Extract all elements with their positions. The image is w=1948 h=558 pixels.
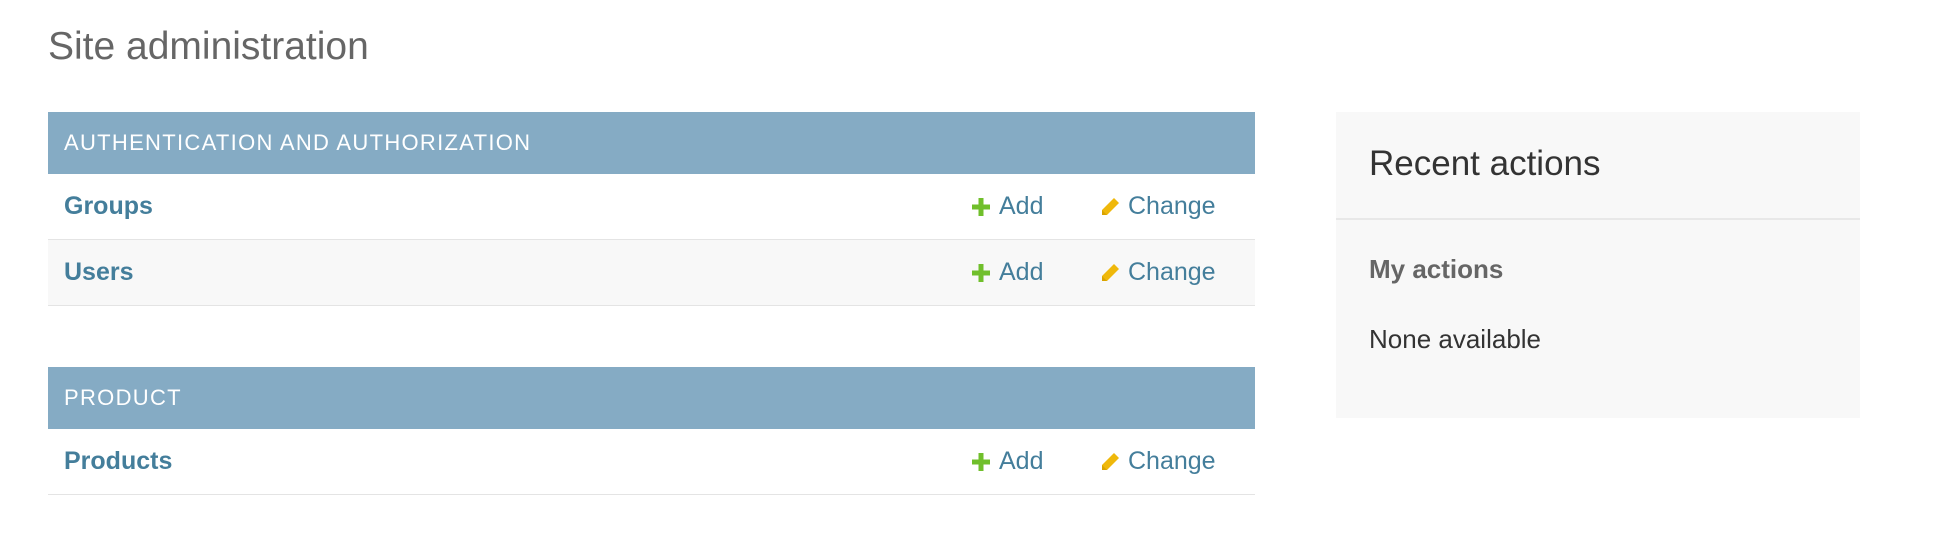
module-caption[interactable]: PRODUCT: [48, 367, 1255, 429]
model-link-groups[interactable]: Groups: [64, 192, 153, 221]
my-actions-heading: My actions: [1369, 254, 1504, 284]
plus-icon: [969, 450, 993, 474]
app-module-auth: AUTHENTICATION AND AUTHORIZATION Groups …: [48, 112, 1255, 306]
model-link-users[interactable]: Users: [64, 258, 134, 287]
model-row-products: Products Add Change: [48, 429, 1255, 495]
app-module-product: PRODUCT Products Add Change: [48, 367, 1255, 495]
change-users-link[interactable]: Change: [1098, 258, 1216, 287]
add-label[interactable]: Add: [999, 258, 1043, 287]
pencil-icon: [1098, 195, 1122, 219]
change-label[interactable]: Change: [1128, 192, 1216, 221]
change-products-link[interactable]: Change: [1098, 447, 1216, 476]
empty-actions-text: None available: [1369, 324, 1542, 354]
add-label[interactable]: Add: [999, 192, 1043, 221]
add-users-link[interactable]: Add: [969, 258, 1043, 287]
model-row-groups: Groups Add Change: [48, 174, 1255, 240]
pencil-icon: [1098, 450, 1122, 474]
recent-actions-panel: Recent actions My actions None available: [1336, 112, 1860, 418]
model-row-users: Users Add Change: [48, 240, 1255, 306]
pencil-icon: [1098, 261, 1122, 285]
plus-icon: [969, 195, 993, 219]
change-groups-link[interactable]: Change: [1098, 192, 1216, 221]
change-label[interactable]: Change: [1128, 447, 1216, 476]
module-caption-label[interactable]: AUTHENTICATION AND AUTHORIZATION: [64, 130, 531, 156]
change-label[interactable]: Change: [1128, 258, 1216, 287]
page-title: Site administration: [48, 25, 369, 68]
add-products-link[interactable]: Add: [969, 447, 1043, 476]
add-groups-link[interactable]: Add: [969, 192, 1043, 221]
add-label[interactable]: Add: [999, 447, 1043, 476]
model-link-products[interactable]: Products: [64, 447, 172, 476]
recent-actions-title: Recent actions: [1369, 144, 1601, 183]
module-caption-label[interactable]: PRODUCT: [64, 385, 182, 411]
module-caption[interactable]: AUTHENTICATION AND AUTHORIZATION: [48, 112, 1255, 174]
plus-icon: [969, 261, 993, 285]
divider: [1336, 218, 1860, 220]
